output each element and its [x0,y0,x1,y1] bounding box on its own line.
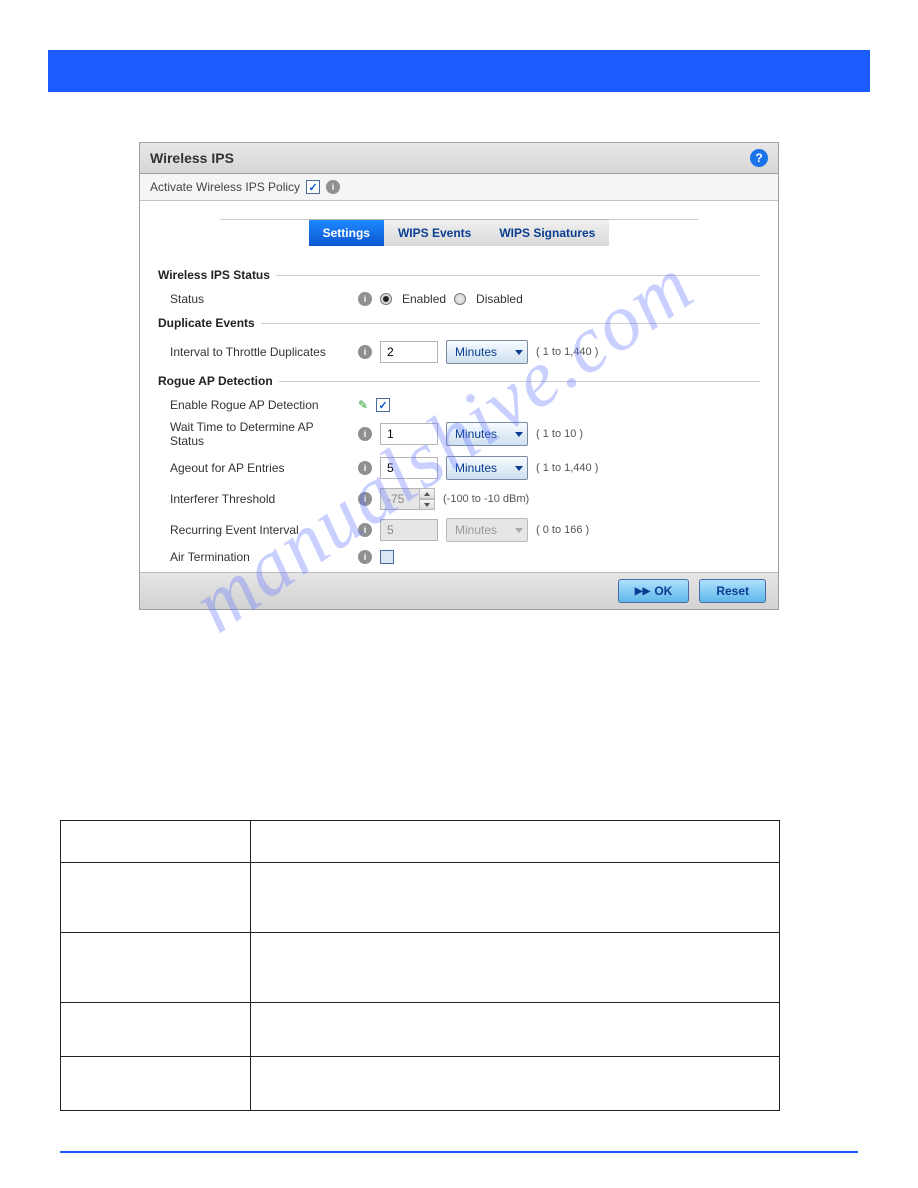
tab-bar: Settings WIPS Events WIPS Signatures [140,201,778,252]
throttle-label: Interval to Throttle Duplicates [170,345,350,359]
status-row: Status i Enabled Disabled [158,288,760,310]
section-duplicate-events: Duplicate Events [158,316,760,330]
tab-settings[interactable]: Settings [309,220,384,246]
top-banner [48,50,870,92]
info-icon[interactable]: i [358,492,372,506]
wait-time-range: ( 1 to 10 ) [536,428,583,440]
interferer-spinner[interactable] [419,488,435,510]
interferer-row: Interferer Threshold i (-100 to -10 dBm) [158,484,760,514]
chevron-down-icon [515,466,523,471]
throttle-row: Interval to Throttle Duplicates i Minute… [158,336,760,368]
panel-footer: ▶▶ OK Reset [140,572,778,609]
panel-title: Wireless IPS [150,150,234,166]
throttle-input[interactable] [380,341,438,363]
radio-disabled[interactable] [454,293,466,305]
wireless-ips-panel: Wireless IPS ? Activate Wireless IPS Pol… [139,142,779,610]
pencil-icon[interactable]: ✎ [358,398,368,412]
info-icon[interactable]: i [326,180,340,194]
info-icon[interactable]: i [358,427,372,441]
ageout-row: Ageout for AP Entries i Minutes ( 1 to 1… [158,452,760,484]
chevron-down-icon [515,528,523,533]
recurring-range: ( 0 to 166 ) [536,524,589,536]
section-wireless-ips-status: Wireless IPS Status [158,268,760,282]
info-icon[interactable]: i [358,523,372,537]
section-rogue-ap: Rogue AP Detection [158,374,760,388]
enable-rogue-row: Enable Rogue AP Detection ✎ [158,394,760,416]
wait-time-row: Wait Time to Determine AP Status i Minut… [158,416,760,452]
wait-time-input[interactable] [380,423,438,445]
throttle-unit-select[interactable]: Minutes [446,340,528,364]
activate-policy-checkbox[interactable] [306,180,320,194]
airterm-label: Air Termination [170,550,350,564]
enable-rogue-label: Enable Rogue AP Detection [170,398,350,412]
wait-time-label: Wait Time to Determine AP Status [170,420,350,448]
recurring-label: Recurring Event Interval [170,523,350,537]
interferer-input [380,488,420,510]
chevron-down-icon [515,432,523,437]
disabled-label: Disabled [476,292,523,306]
ageout-input[interactable] [380,457,438,479]
spinner-down-icon[interactable] [419,499,435,510]
recurring-row: Recurring Event Interval i Minutes ( 0 t… [158,514,760,546]
interferer-range: (-100 to -10 dBm) [443,493,529,505]
radio-enabled[interactable] [380,293,392,305]
ageout-unit-select[interactable]: Minutes [446,456,528,480]
recurring-unit-select: Minutes [446,518,528,542]
tab-wips-signatures[interactable]: WIPS Signatures [485,220,609,246]
doc-table [60,820,780,1111]
status-label: Status [170,292,350,306]
ageout-range: ( 1 to 1,440 ) [536,462,598,474]
interferer-label: Interferer Threshold [170,492,350,506]
info-icon[interactable]: i [358,461,372,475]
enabled-label: Enabled [402,292,446,306]
enable-rogue-checkbox[interactable] [376,398,390,412]
panel-header: Wireless IPS ? [140,143,778,174]
info-icon[interactable]: i [358,550,372,564]
spinner-up-icon[interactable] [419,488,435,499]
settings-content: Wireless IPS Status Status i Enabled Dis… [140,252,778,572]
throttle-range: ( 1 to 1,440 ) [536,346,598,358]
activate-policy-row: Activate Wireless IPS Policy i [140,174,778,201]
help-icon[interactable]: ? [750,149,768,167]
recurring-input [380,519,438,541]
chevron-down-icon [515,350,523,355]
play-icon: ▶▶ [635,586,650,597]
reset-button[interactable]: Reset [699,579,766,603]
airterm-row: Air Termination i [158,546,760,568]
activate-policy-label: Activate Wireless IPS Policy [150,180,300,194]
info-icon[interactable]: i [358,345,372,359]
wait-time-unit-select[interactable]: Minutes [446,422,528,446]
bottom-rule [60,1151,858,1153]
info-icon[interactable]: i [358,292,372,306]
ageout-label: Ageout for AP Entries [170,461,350,475]
tab-wips-events[interactable]: WIPS Events [384,220,485,246]
ok-button[interactable]: ▶▶ OK [618,579,689,603]
airterm-checkbox[interactable] [380,550,394,564]
